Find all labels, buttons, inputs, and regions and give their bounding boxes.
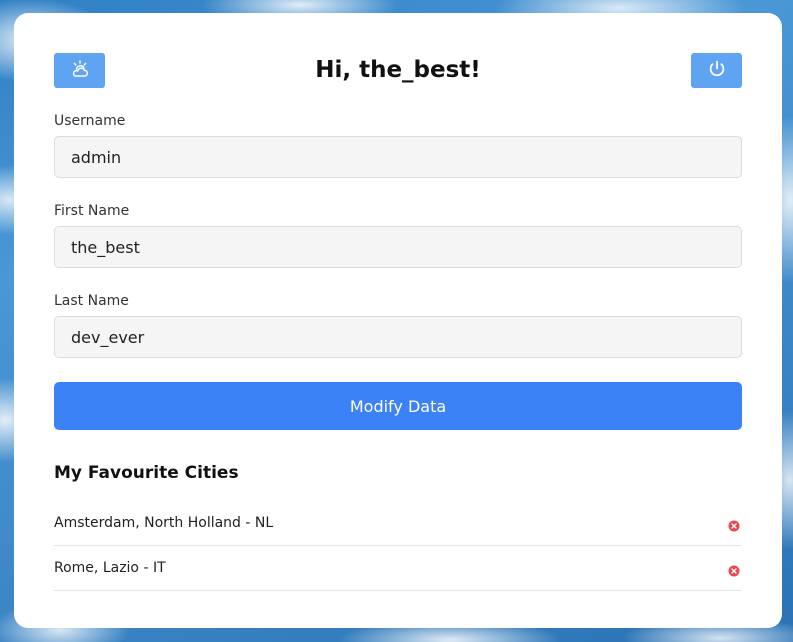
- card-header: Hi, the_best!: [54, 53, 742, 88]
- list-item: Amsterdam, North Holland - NL: [54, 501, 742, 546]
- remove-city-icon[interactable]: [728, 562, 740, 577]
- profile-card: Hi, the_best! Username First Name Last N…: [14, 13, 782, 628]
- favourites-title: My Favourite Cities: [54, 463, 239, 483]
- remove-city-icon[interactable]: [728, 517, 740, 532]
- first-name-field[interactable]: [54, 226, 742, 268]
- city-name: Rome, Lazio - IT: [54, 560, 166, 576]
- page-title: Hi, the_best!: [315, 57, 481, 83]
- username-field[interactable]: [54, 136, 742, 178]
- modify-data-button[interactable]: Modify Data: [54, 382, 742, 430]
- last-name-label: Last Name: [54, 293, 129, 309]
- first-name-label: First Name: [54, 203, 130, 219]
- last-name-field[interactable]: [54, 316, 742, 358]
- logout-button[interactable]: [691, 53, 742, 88]
- city-name: Amsterdam, North Holland - NL: [54, 515, 274, 531]
- list-item: Rome, Lazio - IT: [54, 546, 742, 591]
- favourite-cities-list: Amsterdam, North Holland - NL Rome, Lazi…: [54, 501, 742, 591]
- power-icon: [708, 60, 726, 82]
- username-label: Username: [54, 113, 126, 129]
